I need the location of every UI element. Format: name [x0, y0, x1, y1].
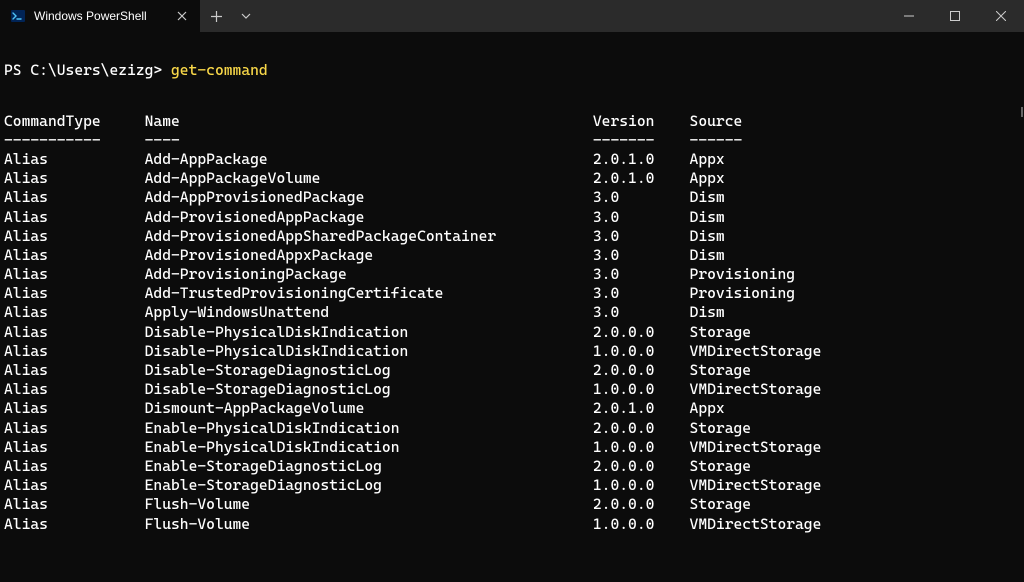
- tab-close-button[interactable]: [174, 8, 190, 24]
- table-row: Alias Enable-StorageDiagnosticLog 1.0.0.…: [4, 476, 1020, 495]
- table-row: Alias Add-ProvisionedAppPackage 3.0 Dism: [4, 208, 1020, 227]
- minimize-button[interactable]: [886, 0, 932, 32]
- terminal-output[interactable]: PS C:\Users\ezizg> get-command CommandTy…: [0, 32, 1024, 582]
- table-header-row: CommandType Name Version Source: [4, 112, 1020, 131]
- scrollbar-thumb[interactable]: [1021, 107, 1023, 117]
- active-tab[interactable]: Windows PowerShell: [0, 0, 200, 32]
- titlebar: Windows PowerShell: [0, 0, 1024, 32]
- table-row: Alias Disable-StorageDiagnosticLog 2.0.0…: [4, 361, 1020, 380]
- table-row: Alias Dismount-AppPackageVolume 2.0.1.0 …: [4, 399, 1020, 418]
- table-row: Alias Flush-Volume 2.0.0.0 Storage: [4, 495, 1020, 514]
- table-row: Alias Enable-StorageDiagnosticLog 2.0.0.…: [4, 457, 1020, 476]
- tab-title: Windows PowerShell: [34, 9, 166, 23]
- close-window-button[interactable]: [978, 0, 1024, 32]
- table-separator-row: ----------- ---- ------- ------: [4, 131, 1020, 150]
- prompt-line: PS C:\Users\ezizg> get-command: [4, 61, 1020, 80]
- table-row: Alias Flush-Volume 1.0.0.0 VMDirectStora…: [4, 515, 1020, 534]
- entered-command: get-command: [171, 61, 268, 79]
- maximize-button[interactable]: [932, 0, 978, 32]
- table-row: Alias Add-ProvisionedAppxPackage 3.0 Dis…: [4, 246, 1020, 265]
- table-row: Alias Disable-PhysicalDiskIndication 1.0…: [4, 342, 1020, 361]
- table-row: Alias Apply-WindowsUnattend 3.0 Dism: [4, 303, 1020, 322]
- prompt-prefix: PS C:\Users\ezizg>: [4, 61, 171, 79]
- tab-dropdown-button[interactable]: [232, 0, 260, 32]
- table-row: Alias Enable-PhysicalDiskIndication 1.0.…: [4, 438, 1020, 457]
- table-row: Alias Enable-PhysicalDiskIndication 2.0.…: [4, 419, 1020, 438]
- table-row: Alias Add-AppPackageVolume 2.0.1.0 Appx: [4, 169, 1020, 188]
- window-controls: [886, 0, 1024, 32]
- table-row: Alias Add-AppPackage 2.0.1.0 Appx: [4, 150, 1020, 169]
- table-row: Alias Disable-PhysicalDiskIndication 2.0…: [4, 323, 1020, 342]
- command-output-table: CommandType Name Version Source---------…: [4, 112, 1020, 534]
- table-row: Alias Add-TrustedProvisioningCertificate…: [4, 284, 1020, 303]
- table-row: Alias Add-ProvisionedAppSharedPackageCon…: [4, 227, 1020, 246]
- table-row: Alias Disable-StorageDiagnosticLog 1.0.0…: [4, 380, 1020, 399]
- table-row: Alias Add-AppProvisionedPackage 3.0 Dism: [4, 188, 1020, 207]
- new-tab-button[interactable]: [200, 0, 232, 32]
- powershell-icon: [10, 8, 26, 24]
- table-row: Alias Add-ProvisioningPackage 3.0 Provis…: [4, 265, 1020, 284]
- titlebar-drag-area[interactable]: [260, 0, 886, 32]
